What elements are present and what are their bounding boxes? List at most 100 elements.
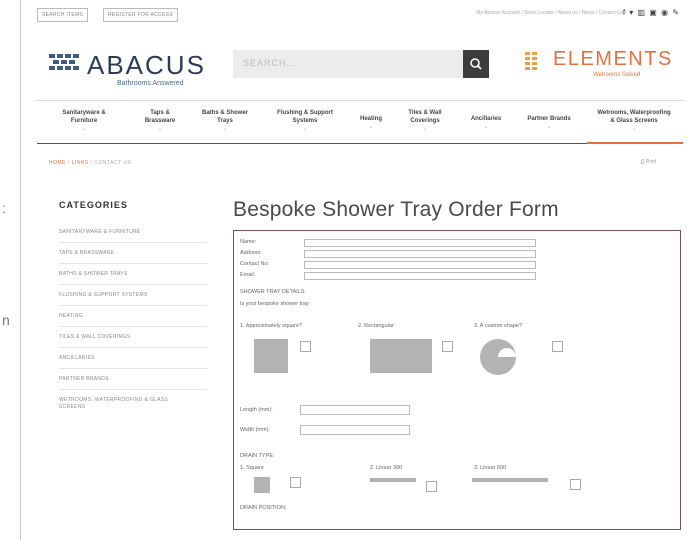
square-checkbox[interactable]: [300, 341, 311, 352]
custom-shape-checkbox[interactable]: [552, 341, 563, 352]
search-icon: [470, 58, 482, 70]
category-item[interactable]: FLUSHING & SUPPORT SYSTEMS: [59, 285, 207, 306]
linear-300-checkbox[interactable]: [426, 481, 437, 492]
length-label: Length (mm):: [240, 407, 273, 413]
nav-item-flushing[interactable]: Flushing & Support Systems ⌄: [265, 109, 345, 133]
drain-linear300-label: 2. Linear 300: [370, 465, 403, 471]
option-square-label: 1. Approximately square?: [240, 323, 303, 329]
drain-position-heading: DRAIN POSITION:: [240, 505, 287, 511]
chevron-down-icon: ⌄: [302, 126, 308, 132]
width-label: Width (mm):: [240, 427, 270, 433]
address-label: Address:: [240, 250, 262, 256]
rectangular-checkbox[interactable]: [442, 341, 453, 352]
custom-shape-tray-icon: [480, 339, 516, 375]
search-items-button[interactable]: SEARCH ITEMS: [37, 8, 89, 22]
nav-item-wetrooms[interactable]: Wetrooms, Waterproofing & Glass Screens ⌄: [585, 109, 683, 133]
category-item[interactable]: TAPS & BRASSWARE: [59, 243, 207, 264]
email-label: Email:: [240, 272, 256, 278]
social-icons[interactable]: f ▾ ▥ ▣ ◉ ✎: [623, 8, 680, 17]
linear-600-checkbox[interactable]: [570, 479, 581, 490]
breadcrumb-links[interactable]: LINKS: [72, 160, 89, 166]
print-icon: ⎙: [640, 159, 645, 165]
nav-label: Heating: [359, 116, 382, 122]
contact-label: Contact No:: [240, 261, 270, 267]
option-custom-label: 3. A custom shape?: [474, 323, 523, 329]
top-links[interactable]: My Abacus Account / Store Locator / Abou…: [476, 10, 626, 16]
left-edge: : n: [0, 0, 16, 540]
name-label: Name:: [240, 239, 257, 245]
width-field[interactable]: [300, 425, 410, 435]
drain-type-heading: DRAIN TYPE:: [240, 453, 275, 459]
length-field[interactable]: [300, 405, 410, 415]
elements-logo-icon: [525, 52, 537, 70]
nav-label: Flushing & Support Systems: [277, 110, 333, 124]
chevron-down-icon: ⌄: [483, 124, 489, 130]
print-button[interactable]: ⎙ Print: [640, 159, 656, 165]
elements-tagline: Wetrooms Solved: [593, 72, 641, 78]
main-nav: Sanitaryware & Furniture ⌄ Taps & Brasswa…: [37, 100, 683, 144]
categories-list: SANITARYWARE & FURNITURE TAPS & BRASSWAR…: [59, 222, 207, 417]
drain-square-label: 1. Square: [240, 465, 264, 471]
nav-item-ancillaries[interactable]: Ancillaries ⌄: [461, 115, 511, 131]
nav-item-heating[interactable]: Heating ⌄: [351, 115, 391, 131]
chevron-down-icon: ⌄: [422, 126, 428, 132]
chevron-down-icon: ⌄: [222, 126, 228, 132]
nav-item-sanitaryware[interactable]: Sanitaryware & Furniture ⌄: [51, 109, 117, 133]
linear-600-drain-icon: [472, 478, 548, 482]
top-bar: SEARCH ITEMS REGISTER FOR ACCESS My Abac…: [37, 8, 680, 24]
breadcrumb-separator: /: [90, 160, 93, 166]
nav-label: Partner Brands: [527, 116, 571, 122]
square-drain-checkbox[interactable]: [290, 477, 301, 488]
breadcrumb-separator: /: [67, 160, 70, 166]
left-edge-char: :: [2, 200, 6, 216]
category-item[interactable]: PARTNER BRANDS: [59, 369, 207, 390]
chevron-down-icon: ⌄: [631, 126, 637, 132]
chevron-down-icon: ⌄: [368, 124, 374, 130]
nav-label: Wetrooms, Waterproofing & Glass Screens: [597, 110, 671, 124]
abacus-logo-icon: [49, 54, 79, 70]
nav-label: Taps & Brassware: [144, 110, 176, 124]
linear-300-drain-icon: [370, 478, 416, 482]
nav-label: Baths & Shower Trays: [201, 110, 248, 124]
abacus-tagline: Bathrooms Answered: [117, 80, 184, 87]
breadcrumb: HOME / LINKS / CONTACT US: [49, 160, 131, 166]
search-button[interactable]: [463, 50, 489, 78]
nav-item-partner-brands[interactable]: Partner Brands ⌄: [517, 115, 581, 131]
email-field[interactable]: [304, 272, 536, 280]
category-item[interactable]: ANCILLARIES: [59, 348, 207, 369]
nav-item-baths[interactable]: Baths & Shower Trays ⌄: [195, 109, 255, 133]
page-title: Bespoke Shower Tray Order Form: [233, 198, 559, 221]
elements-logo[interactable]: ELEMENTS Wetrooms Solved: [517, 48, 687, 88]
tray-question: Is your bespoke shower tray: [240, 301, 309, 307]
nav-item-taps[interactable]: Taps & Brassware ⌄: [135, 109, 185, 133]
category-item[interactable]: BATHS & SHOWER TRAYS: [59, 264, 207, 285]
nav-underline: [37, 143, 587, 144]
option-rectangular-label: 2. Rectangular: [358, 323, 394, 329]
nav-label: Tiles & Wall Coverings: [408, 110, 442, 124]
categories-title: CATEGORIES: [59, 200, 128, 210]
category-item[interactable]: WETROOMS, WATERPROOFING & GLASS SCREENS: [59, 390, 207, 417]
chevron-down-icon: ⌄: [546, 124, 552, 130]
category-item[interactable]: TILES & WALL COVERINGS: [59, 327, 207, 348]
category-item[interactable]: HEATING: [59, 306, 207, 327]
breadcrumb-current: CONTACT US: [94, 160, 132, 166]
search-input[interactable]: SEARCH...: [243, 58, 297, 68]
address-field[interactable]: [304, 250, 536, 258]
search-box[interactable]: SEARCH...: [233, 50, 489, 78]
nav-item-tiles[interactable]: Tiles & Wall Coverings ⌄: [397, 109, 453, 133]
nav-label: Sanitaryware & Furniture: [62, 110, 106, 124]
rectangular-tray-icon: [370, 339, 432, 373]
breadcrumb-home[interactable]: HOME: [49, 160, 66, 166]
nav-label: Ancillaries: [470, 116, 502, 122]
chevron-down-icon: ⌄: [157, 126, 163, 132]
register-button[interactable]: REGISTER FOR ACCESS: [103, 8, 178, 22]
abacus-logo[interactable]: ABACUS Bathrooms Answered: [49, 50, 229, 94]
order-form: Name: Address: Contact No: Email: SHOWER…: [233, 230, 681, 530]
left-edge-char: n: [2, 312, 10, 328]
category-item[interactable]: SANITARYWARE & FURNITURE: [59, 222, 207, 243]
contact-field[interactable]: [304, 261, 536, 269]
name-field[interactable]: [304, 239, 536, 247]
nav-active-indicator: [587, 142, 683, 144]
drain-linear600-label: 3. Linear 600: [474, 465, 507, 471]
square-drain-icon: [254, 477, 270, 493]
